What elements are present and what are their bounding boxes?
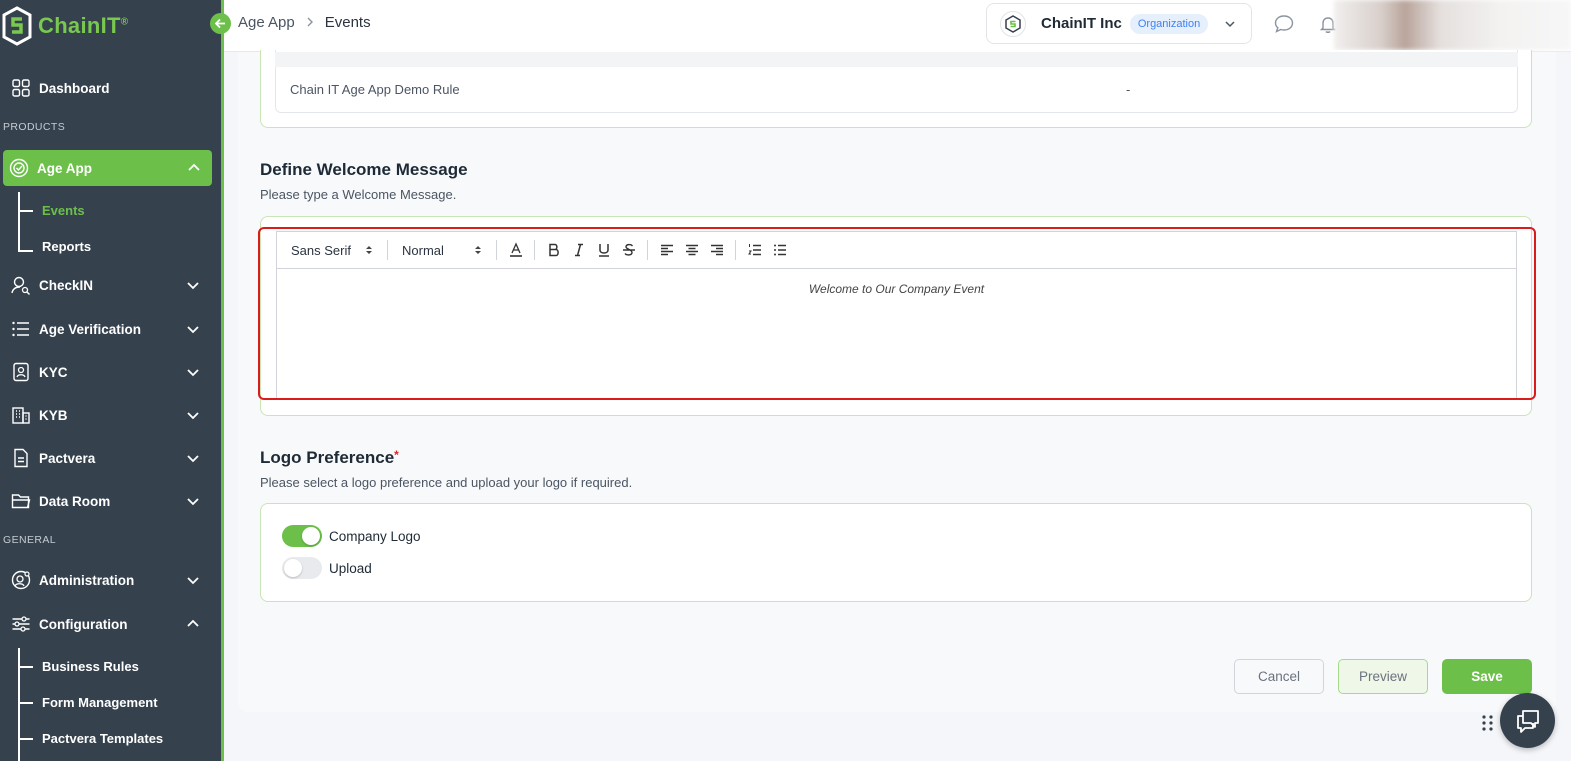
sidebar-item-data-room[interactable]: Data Room — [0, 483, 221, 519]
document-icon — [11, 448, 31, 468]
sidebar-subitem-business-rules[interactable]: Business Rules — [42, 659, 139, 674]
sidebar-item-age-verification[interactable]: Age Verification — [0, 311, 221, 347]
upload-toggle[interactable] — [282, 557, 322, 579]
sidebar-item-label: Age Verification — [39, 321, 142, 337]
logo-preference-panel — [260, 503, 1532, 602]
age-app-icon — [9, 158, 29, 178]
tree-line — [18, 192, 20, 252]
sidebar-item-kyc[interactable]: KYC — [0, 354, 221, 390]
chevron-down-icon — [187, 369, 199, 377]
sidebar-subitem-events[interactable]: Events — [42, 203, 85, 218]
rule-value-cell: - — [1126, 82, 1131, 97]
logo-pref-section-title: Logo Preference* — [260, 448, 399, 467]
org-name: ChainIT Inc — [1041, 15, 1122, 32]
chevron-down-icon — [187, 326, 199, 334]
top-header: Age App Events ChainIT Inc Organization — [224, 0, 1571, 52]
sidebar-item-age-app[interactable]: Age App — [3, 150, 212, 186]
folder-icon — [11, 491, 31, 511]
sidebar-item-configuration[interactable]: Configuration — [0, 606, 221, 642]
chevron-up-icon — [187, 619, 199, 627]
user-search-icon — [11, 275, 31, 295]
company-logo-toggle[interactable] — [282, 525, 322, 547]
cancel-button[interactable]: Cancel — [1234, 659, 1324, 694]
sidebar-item-dashboard[interactable]: Dashboard — [0, 70, 221, 106]
tree-branch — [18, 210, 33, 212]
breadcrumb-item-age-app[interactable]: Age App — [238, 14, 295, 31]
sidebar-item-administration[interactable]: Administration — [0, 562, 221, 598]
chainit-logo-icon — [2, 6, 32, 46]
sidebar-item-label: Data Room — [39, 493, 111, 509]
sidebar-subitem-form-management[interactable]: Form Management — [42, 695, 158, 710]
tree-line — [18, 648, 20, 761]
sidebar-item-pactvera[interactable]: Pactvera — [0, 440, 221, 476]
section-label-products: PRODUCTS — [3, 121, 66, 133]
sidebar-item-label: Dashboard — [39, 80, 110, 96]
chevron-down-icon — [187, 455, 199, 463]
brand-logo[interactable]: ChainIT® — [0, 4, 128, 48]
chat-bubble-icon[interactable] — [1273, 13, 1295, 35]
org-type-badge: Organization — [1129, 13, 1209, 34]
welcome-section-title: Define Welcome Message — [260, 160, 468, 179]
tree-branch — [18, 250, 33, 252]
company-logo-label: Company Logo — [329, 528, 421, 544]
sidebar-item-label: Administration — [39, 572, 135, 588]
chevron-down-icon — [187, 282, 199, 290]
drag-handle-icon[interactable] — [1481, 714, 1495, 732]
org-logo-icon — [1000, 10, 1026, 37]
welcome-section-subtitle: Please type a Welcome Message. — [260, 187, 457, 202]
id-badge-icon — [11, 362, 31, 382]
collapse-sidebar-button[interactable] — [210, 13, 231, 34]
preview-button[interactable]: Preview — [1338, 659, 1428, 694]
rule-name-cell: Chain IT Age App Demo Rule — [290, 82, 460, 97]
chevron-down-icon — [187, 498, 199, 506]
support-chat-button[interactable] — [1500, 693, 1555, 748]
sidebar-item-label: Pactvera — [39, 450, 96, 466]
upload-label: Upload — [329, 560, 372, 576]
sidebar-item-label: Configuration — [39, 616, 128, 632]
sidebar-item-checkin[interactable]: CheckIN — [0, 267, 221, 303]
sidebar-item-label: KYC — [39, 364, 68, 380]
arrow-left-icon — [214, 18, 225, 29]
logo-pref-section-subtitle: Please select a logo preference and uplo… — [260, 475, 633, 490]
required-marker: * — [394, 448, 399, 462]
tree-branch — [18, 738, 33, 740]
breadcrumb-item-events: Events — [324, 14, 371, 31]
sidebar-subitem-pactvera-templates[interactable]: Pactvera Templates — [42, 731, 163, 746]
sidebar-subitem-reports[interactable]: Reports — [42, 239, 91, 254]
sidebar-item-kyb[interactable]: KYB — [0, 397, 221, 433]
company-logo-toggle-row: Company Logo — [282, 525, 421, 547]
organization-switcher[interactable]: ChainIT Inc Organization — [986, 3, 1252, 44]
breadcrumb: Age App Events — [238, 14, 371, 31]
chevron-up-icon — [188, 163, 200, 171]
list-icon — [11, 319, 31, 339]
sidebar-item-label: Age App — [37, 160, 92, 176]
chevron-down-icon — [187, 412, 199, 420]
section-label-general: GENERAL — [3, 534, 56, 546]
grid-icon — [11, 78, 31, 98]
sidebar: ChainIT® Dashboard PRODUCTS Age App Even… — [0, 0, 231, 761]
upload-toggle-row: Upload — [282, 557, 372, 579]
tree-branch — [18, 666, 33, 668]
sliders-icon — [11, 614, 31, 634]
chat-icon — [1516, 709, 1539, 733]
building-icon — [11, 405, 31, 425]
user-profile-avatar[interactable] — [1334, 0, 1571, 50]
sidebar-item-label: CheckIN — [39, 277, 94, 293]
sidebar-item-label: KYB — [39, 407, 68, 423]
user-gear-icon — [11, 570, 31, 590]
save-button[interactable]: Save — [1442, 659, 1532, 694]
highlight-annotation-box — [258, 227, 1536, 400]
table-header-strip — [275, 52, 1518, 67]
chevron-down-icon — [1225, 21, 1235, 28]
chevron-right-icon — [305, 15, 315, 31]
tree-branch — [18, 702, 33, 704]
brand-name: ChainIT® — [38, 13, 129, 38]
chevron-down-icon — [187, 577, 199, 585]
